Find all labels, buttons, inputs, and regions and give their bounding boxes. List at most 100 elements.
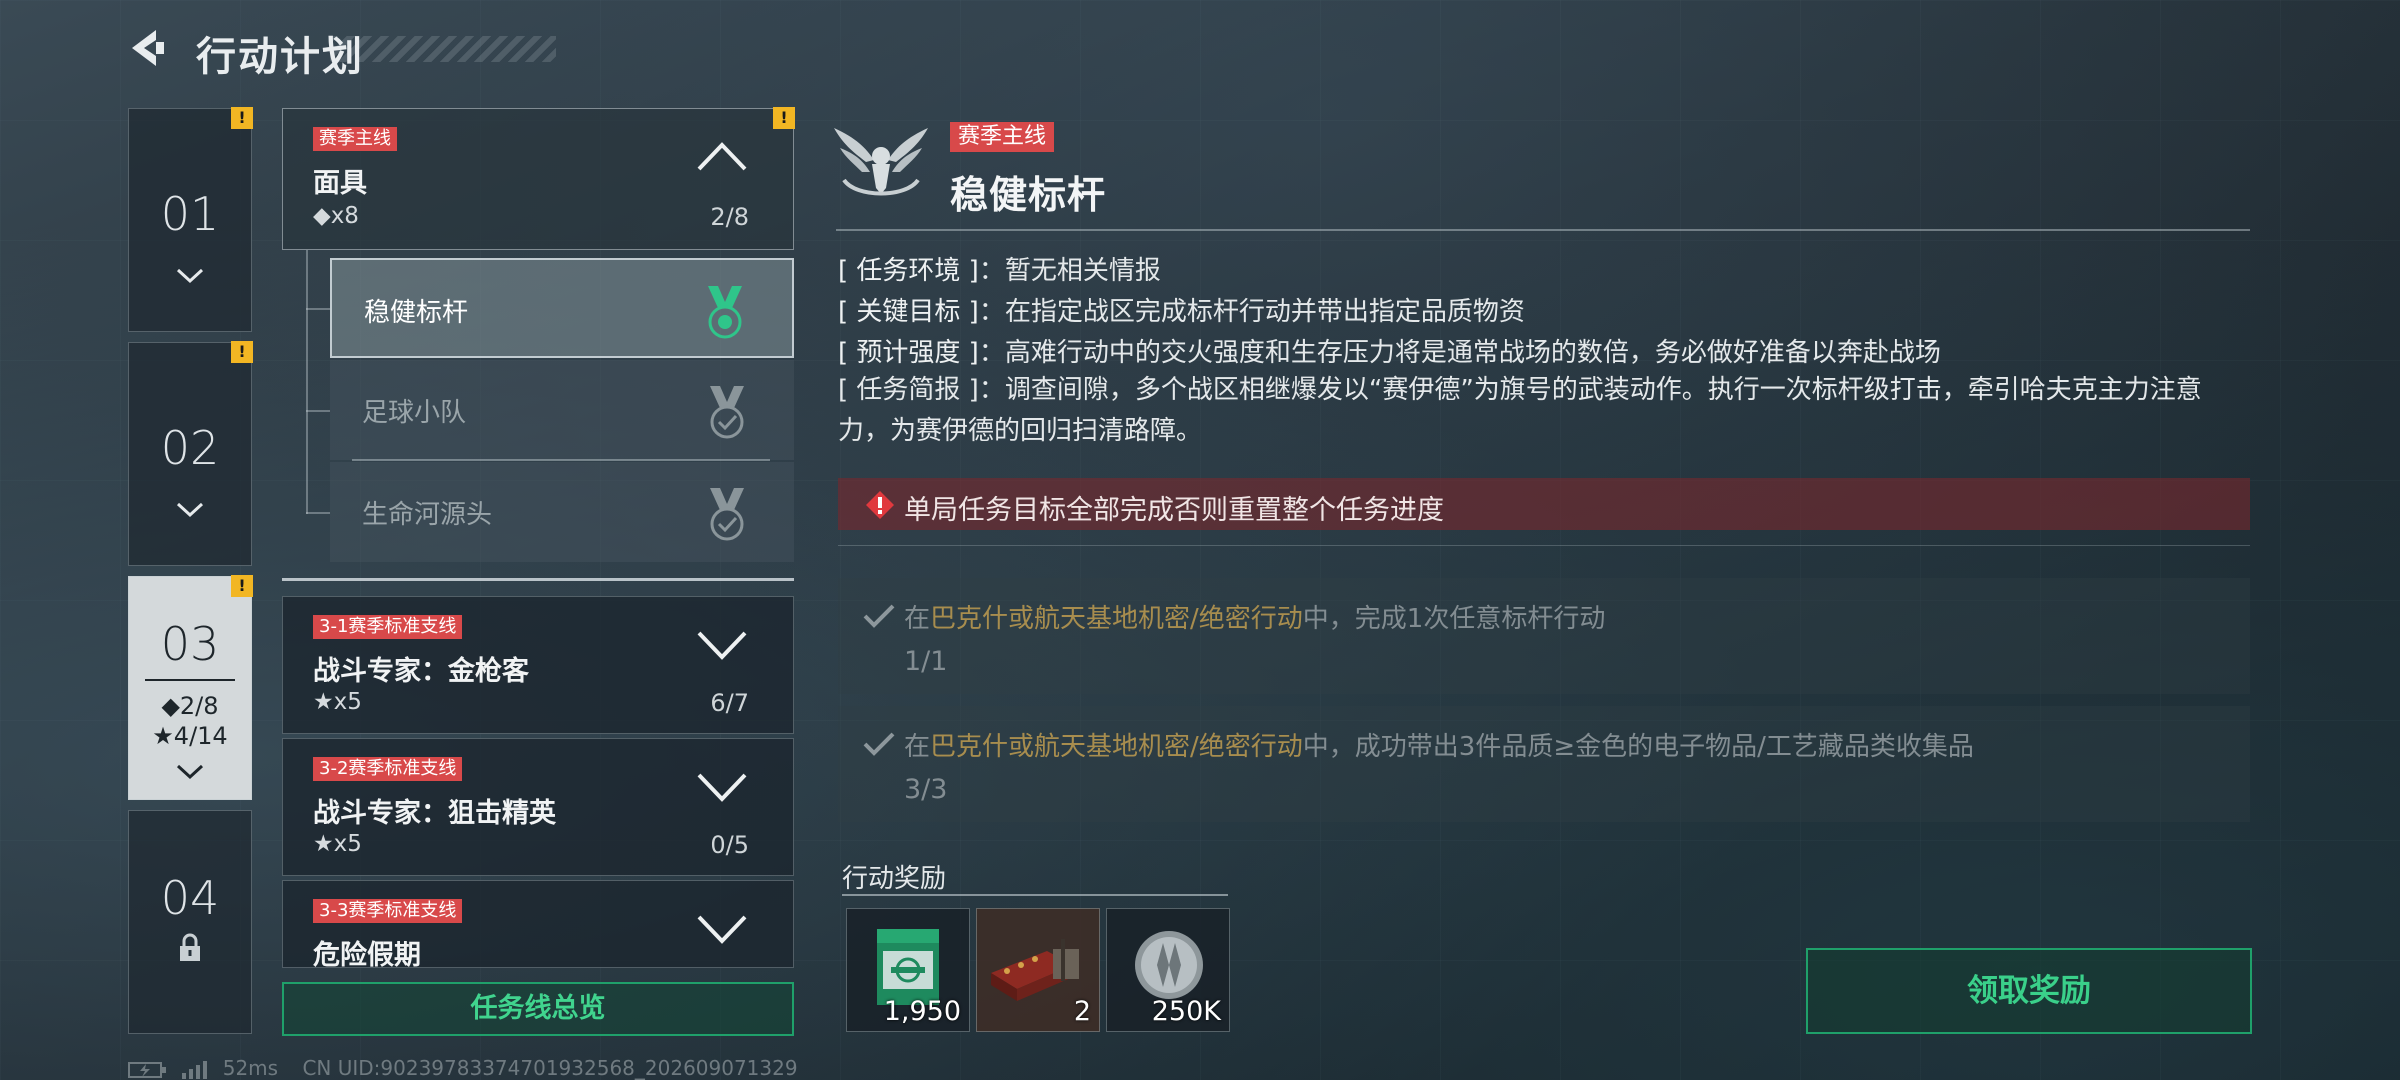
chevron-down-icon bbox=[129, 259, 251, 292]
mission-reward: ★x5 bbox=[313, 831, 362, 857]
mission-reward: ◆x8 bbox=[313, 203, 359, 229]
info-key: [ 任务环境 ] bbox=[838, 256, 979, 286]
sub-item-divider bbox=[352, 459, 770, 461]
alert-badge: ! bbox=[231, 341, 253, 363]
info-brief: [ 任务简报 ]：调查间隙，多个战区相继爆发以“赛伊德”为旗号的武装动作。执行一… bbox=[838, 370, 2250, 452]
info-sep: ： bbox=[978, 375, 1005, 405]
reward-item[interactable]: 250K bbox=[1106, 908, 1230, 1032]
sub-mission-label: 稳健标杆 bbox=[364, 298, 469, 328]
chapter-divider bbox=[145, 679, 235, 681]
alert-badge: ! bbox=[773, 107, 795, 129]
chevron-up-icon bbox=[697, 142, 747, 171]
alert-badge: ! bbox=[231, 575, 253, 597]
objective-location: 巴克什或航天基地机密/绝密行动 bbox=[930, 604, 1303, 634]
sub-mission-label: 足球小队 bbox=[362, 398, 467, 428]
page-title: 行动计划 bbox=[196, 34, 364, 80]
objective-progress: 3/3 bbox=[904, 774, 948, 805]
mission-name: 战斗专家：狙击精英 bbox=[313, 798, 556, 829]
chevron-down-icon bbox=[129, 755, 251, 788]
info-sep: ： bbox=[978, 297, 1005, 327]
tree-line bbox=[306, 308, 330, 310]
mission-progress: 6/7 bbox=[710, 689, 749, 717]
mission-progress: 0/5 bbox=[710, 831, 749, 859]
info-value: 在指定战区完成标杆行动并带出指定品质物资 bbox=[1004, 297, 1525, 327]
tree-line bbox=[306, 512, 330, 514]
sub-mission-item[interactable]: 稳健标杆 bbox=[330, 258, 794, 358]
info-value: 暂无相关情报 bbox=[1004, 256, 1161, 286]
mission-tag: 3-1赛季标准支线 bbox=[313, 615, 463, 639]
info-value: 调查间隙，多个战区相继爆发以“赛伊德”为旗号的武装动作。执行一次标杆级打击，牵引… bbox=[838, 375, 2202, 446]
alert-badge: ! bbox=[231, 107, 253, 129]
info-environment: [ 任务环境 ]：暂无相关情报 bbox=[838, 250, 1161, 287]
sub-mission-item[interactable]: 足球小队 bbox=[330, 360, 794, 460]
info-intensity: [ 预计强度 ]：高难行动中的交火强度和生存压力将是通常战场的数倍，务必做好准备… bbox=[838, 332, 1941, 369]
objective-progress: 1/1 bbox=[904, 646, 948, 677]
chapter-star-progress: ★4/14 bbox=[152, 722, 228, 750]
mission-branch-3-1[interactable]: 3-1赛季标准支线 战斗专家：金枪客 ★x5 6/7 bbox=[282, 596, 794, 734]
mission-tag: 3-2赛季标准支线 bbox=[313, 757, 463, 781]
chapter-tab-02[interactable]: ! 02 bbox=[128, 341, 253, 566]
ping-text: 52ms bbox=[222, 1056, 279, 1080]
reward-count: 250K bbox=[1151, 996, 1221, 1027]
section-divider bbox=[282, 578, 794, 581]
warning-icon bbox=[866, 491, 894, 519]
eagle-emblem-icon bbox=[834, 128, 928, 196]
medal-completed-icon bbox=[710, 488, 744, 541]
warning-banner: 单局任务目标全部完成否则重置整个任务进度 bbox=[838, 478, 2250, 530]
title-divider bbox=[836, 229, 2250, 231]
info-sep: ： bbox=[978, 338, 1005, 368]
objective-text-post: 中，完成1次任意标杆行动 bbox=[1302, 604, 1606, 634]
chapter-tab-03[interactable]: ! 03 ◆2/8 ★4/14 bbox=[128, 575, 253, 800]
chapter-number: 02 bbox=[160, 421, 220, 475]
rewards-divider bbox=[842, 894, 1228, 896]
battery-icon bbox=[128, 1061, 166, 1078]
detail-title: 稳健标杆 bbox=[950, 173, 1107, 217]
mission-name: 危险假期 bbox=[313, 940, 421, 971]
reward-item[interactable]: 2 bbox=[976, 908, 1100, 1032]
mission-overview-button[interactable]: 任务线总览 bbox=[282, 982, 794, 1036]
objective-text: 在巴克什或航天基地机密/绝密行动中，完成1次任意标杆行动 bbox=[904, 598, 1605, 635]
objective-text-post: 中，成功带出3件品质≥金色的电子物品/工艺藏品类收集品 bbox=[1302, 732, 1974, 762]
mission-branch-3-2[interactable]: 3-2赛季标准支线 战斗专家：狙击精英 ★x5 0/5 bbox=[282, 738, 794, 876]
objective-text: 在巴克什或航天基地机密/绝密行动中，成功带出3件品质≥金色的电子物品/工艺藏品类… bbox=[904, 726, 1974, 763]
chapter-tab-01[interactable]: ! 01 bbox=[128, 107, 253, 332]
info-value: 高难行动中的交火强度和生存压力将是通常战场的数倍，务必做好准备以奔赴战场 bbox=[1004, 338, 1941, 368]
info-key: [ 预计强度 ] bbox=[838, 338, 979, 368]
chapter-number: 01 bbox=[160, 187, 220, 241]
status-bar: 52ms CN UID:9023978337470193256​8_202609… bbox=[128, 1056, 816, 1080]
chapter-tab-04[interactable]: 04 bbox=[128, 810, 252, 1034]
rewards-title: 行动奖励 bbox=[842, 864, 947, 894]
info-sep: ： bbox=[978, 256, 1005, 286]
objective-text-pre: 在 bbox=[904, 732, 931, 762]
lock-icon bbox=[129, 925, 251, 967]
check-icon bbox=[863, 732, 895, 756]
claim-reward-button[interactable]: 领取奖励 bbox=[1806, 948, 2252, 1034]
chapter-number: 03 bbox=[160, 617, 220, 671]
sub-mission-item[interactable]: 生命河源头 bbox=[330, 462, 794, 562]
signal-icon bbox=[182, 1060, 208, 1079]
mission-tag: 3-3赛季标准支线 bbox=[313, 899, 463, 923]
mission-name: 面具 bbox=[313, 168, 367, 199]
reward-count: 1,950 bbox=[883, 996, 961, 1027]
reward-count: 2 bbox=[1073, 996, 1091, 1027]
mission-name: 战斗专家：金枪客 bbox=[313, 656, 529, 687]
detail-tag: 赛季主线 bbox=[950, 122, 1055, 152]
chapter-number: 04 bbox=[160, 871, 220, 925]
objective-item: 在巴克什或航天基地机密/绝密行动中，完成1次任意标杆行动 1/1 bbox=[838, 578, 2250, 694]
uid-text: CN UID:9023978337470193256​8_20260907132… bbox=[302, 1056, 798, 1080]
sub-mission-label: 生命河源头 bbox=[362, 500, 493, 530]
mission-branch-3-3[interactable]: 3-3赛季标准支线 危险假期 bbox=[282, 880, 794, 971]
back-button[interactable] bbox=[126, 26, 170, 70]
info-key: [ 关键目标 ] bbox=[838, 297, 979, 327]
medal-completed-icon bbox=[710, 386, 744, 439]
warning-text: 单局任务目标全部完成否则重置整个任务进度 bbox=[904, 495, 1444, 526]
reward-item[interactable]: 1,950 bbox=[846, 908, 970, 1032]
info-key-objective: [ 关键目标 ]：在指定战区完成标杆行动并带出指定品质物资 bbox=[838, 291, 1525, 328]
info-key: [ 任务简报 ] bbox=[838, 375, 979, 405]
objective-item: 在巴克什或航天基地机密/绝密行动中，成功带出3件品质≥金色的电子物品/工艺藏品类… bbox=[838, 706, 2250, 822]
chevron-down-icon bbox=[697, 773, 747, 802]
mission-main-mask[interactable]: ! 赛季主线 面具 ◆x8 2/8 bbox=[282, 107, 795, 250]
tree-line bbox=[306, 250, 308, 514]
mission-tag: 赛季主线 bbox=[313, 127, 397, 151]
check-icon bbox=[863, 604, 895, 628]
